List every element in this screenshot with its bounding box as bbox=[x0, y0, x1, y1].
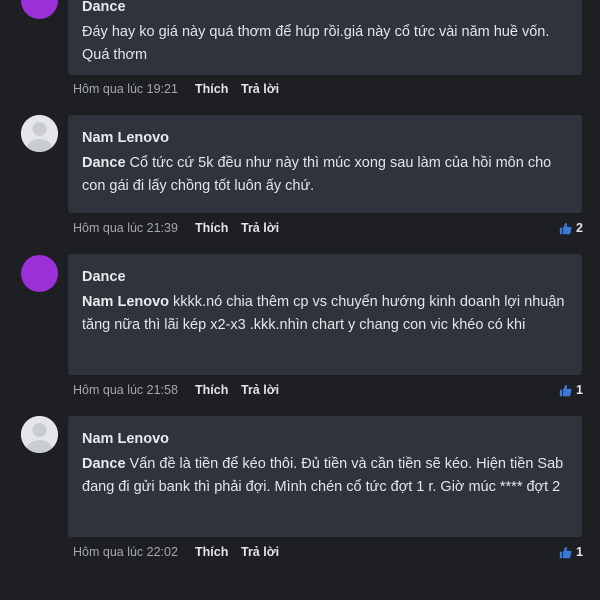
avatar[interactable] bbox=[21, 115, 58, 152]
thumbs-up-icon bbox=[559, 546, 572, 558]
comment-bubble: Nam Lenovo Dance Vấn đề là tiền để kéo t… bbox=[68, 416, 582, 537]
mention-link[interactable]: Dance bbox=[82, 456, 126, 472]
like-button[interactable]: Thích bbox=[195, 220, 228, 236]
comment-time[interactable]: Hôm qua lúc 21:58 bbox=[73, 382, 178, 398]
like-count[interactable]: 2 bbox=[559, 220, 583, 236]
avatar[interactable] bbox=[21, 416, 58, 453]
comment-text: Đáy hay ko giá này quá thơm để húp rồi.g… bbox=[82, 21, 568, 67]
like-count[interactable]: 1 bbox=[559, 544, 583, 560]
like-button[interactable]: Thích bbox=[195, 81, 228, 97]
comment-text: Dance Vấn đề là tiền để kéo thôi. Đủ tiề… bbox=[82, 453, 568, 499]
reply-button[interactable]: Trả lời bbox=[241, 544, 279, 560]
default-user-icon bbox=[21, 416, 58, 453]
comment-author[interactable]: Dance bbox=[82, 268, 568, 287]
comment-text: Dance Cổ tức cứ 5k đều như này thì múc x… bbox=[82, 152, 568, 198]
like-count[interactable]: 1 bbox=[559, 382, 583, 398]
reply-button[interactable]: Trả lời bbox=[241, 382, 279, 398]
default-user-icon bbox=[21, 115, 58, 152]
like-count-value: 2 bbox=[576, 221, 583, 235]
comment-time[interactable]: Hôm qua lúc 19:21 bbox=[73, 81, 178, 97]
like-count-value: 1 bbox=[576, 383, 583, 397]
comment-meta: Hôm qua lúc 21:58 Thích Trả lời 1 bbox=[73, 382, 583, 398]
comment-feed: Dance Đáy hay ko giá này quá thơm để húp… bbox=[0, 0, 600, 600]
comment-meta: Hôm qua lúc 22:02 Thích Trả lời 1 bbox=[73, 544, 583, 560]
comment-author[interactable]: Nam Lenovo bbox=[82, 430, 568, 449]
like-button[interactable]: Thích bbox=[195, 544, 228, 560]
like-count-value: 1 bbox=[576, 545, 583, 559]
comment-time[interactable]: Hôm qua lúc 21:39 bbox=[73, 220, 178, 236]
comment-body: Cổ tức cứ 5k đều như này thì múc xong sa… bbox=[82, 155, 552, 194]
mention-link[interactable]: Dance bbox=[82, 155, 126, 171]
comment-author[interactable]: Dance bbox=[82, 0, 568, 17]
comment-meta: Hôm qua lúc 19:21 Thích Trả lời bbox=[73, 81, 583, 97]
reply-button[interactable]: Trả lời bbox=[241, 220, 279, 236]
comment-body: Vấn đề là tiền để kéo thôi. Đủ tiền và c… bbox=[82, 456, 564, 495]
comment-meta: Hôm qua lúc 21:39 Thích Trả lời 2 bbox=[73, 220, 583, 236]
avatar[interactable] bbox=[21, 255, 58, 292]
reply-button[interactable]: Trả lời bbox=[241, 81, 279, 97]
comment-author[interactable]: Nam Lenovo bbox=[82, 129, 568, 148]
comment-time[interactable]: Hôm qua lúc 22:02 bbox=[73, 544, 178, 560]
like-button[interactable]: Thích bbox=[195, 382, 228, 398]
comment-body: Đáy hay ko giá này quá thơm để húp rồi.g… bbox=[82, 24, 550, 63]
comment-bubble: Nam Lenovo Dance Cổ tức cứ 5k đều như nà… bbox=[68, 115, 582, 213]
thumbs-up-icon bbox=[559, 384, 572, 396]
comment-bubble: Dance Đáy hay ko giá này quá thơm để húp… bbox=[68, 0, 582, 75]
thumbs-up-icon bbox=[559, 222, 572, 234]
avatar[interactable] bbox=[21, 0, 58, 19]
comment-bubble: Dance Nam Lenovo kkkk.nó chia thêm cp vs… bbox=[68, 254, 582, 375]
mention-link[interactable]: Nam Lenovo bbox=[82, 294, 169, 310]
comment-text: Nam Lenovo kkkk.nó chia thêm cp vs chuyể… bbox=[82, 291, 568, 337]
